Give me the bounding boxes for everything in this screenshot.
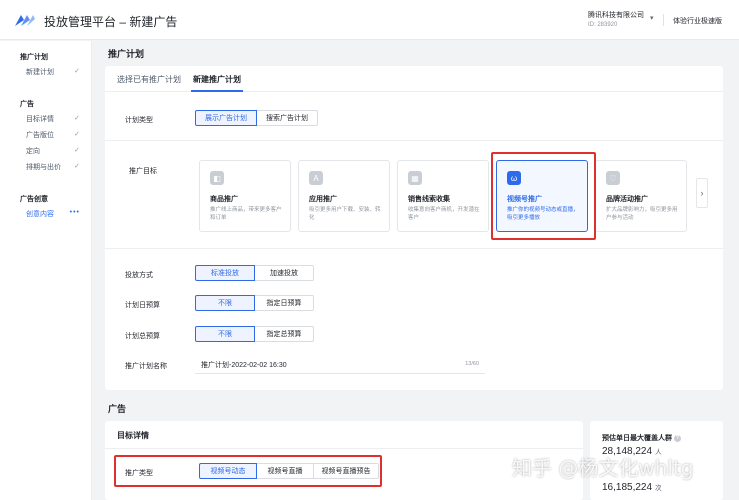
check-icon: ✓ <box>74 131 80 138</box>
platform-logo <box>15 15 35 26</box>
check-icon: ✓ <box>74 163 80 170</box>
delivery-standard-option[interactable]: 标准投放 <box>195 265 255 281</box>
goal-card-leads[interactable]: ▦ 销售线索收集 收集意向客户商机，开发潜在客户 <box>397 160 489 232</box>
stat-value: 16,185,224 <box>602 482 653 493</box>
goal-card-product[interactable]: ◧ 商品推广 推广线上商品，带来更多客户和订单 <box>199 160 291 232</box>
plan-card: 选择已有推广计划 新建推广计划 计划类型 展示广告计划 搜索广告计划 推广目标 … <box>105 66 723 390</box>
goal-card-name: 商品推广 <box>210 196 238 203</box>
stat-unit: 次 <box>655 485 662 492</box>
plan-section-title: 推广计划 <box>108 49 145 59</box>
goal-card-name: 品牌活动推广 <box>606 196 648 203</box>
help-icon[interactable]: ? <box>674 434 681 442</box>
total-budget-specify-option[interactable]: 指定总预算 <box>254 326 314 342</box>
company-name[interactable]: 腾讯科技有限公司 <box>588 10 644 20</box>
promo-channels-post-option[interactable]: 视频号动态 <box>199 463 257 479</box>
plan-type-label: 计划类型 <box>125 117 153 124</box>
delivery-label: 投放方式 <box>125 272 153 279</box>
check-icon: ✓ <box>74 68 80 75</box>
section-divider <box>105 248 723 249</box>
highlight-box-goal <box>491 152 596 240</box>
sidebar-item-label: 广告版位 <box>26 132 54 139</box>
sidebar-item-targeting[interactable]: 定向 ✓ <box>26 146 82 156</box>
goal-card-desc: 收集意向客户商机，开发潜在客户 <box>408 207 480 221</box>
company-id: ID: 283920 <box>588 22 618 28</box>
plan-type-search-option[interactable]: 搜索广告计划 <box>256 110 318 126</box>
sidebar-item-creative-content[interactable]: 创意内容 ••• <box>26 209 82 219</box>
check-icon: ✓ <box>74 115 80 122</box>
goal-card-name: 应用推广 <box>309 196 337 203</box>
chevron-right-icon[interactable]: › <box>696 178 708 208</box>
total-budget-unlimited-option[interactable]: 不限 <box>195 326 255 342</box>
plan-tabs: 选择已有推广计划 新建推广计划 <box>105 66 723 92</box>
tab-active-indicator <box>191 90 243 92</box>
section-divider <box>105 140 723 141</box>
estimate-stat-times: 16,185,224 次 <box>602 482 662 493</box>
sidebar-item-label: 定向 <box>26 148 40 155</box>
goal-label: 推广目标 <box>129 168 157 175</box>
sidebar-item-placement[interactable]: 广告版位 ✓ <box>26 130 82 140</box>
estimate-title: 预估单日最大覆盖人群? <box>602 433 681 443</box>
tab-select-existing-plan[interactable]: 选择已有推广计划 <box>117 74 181 85</box>
sidebar: 推广计划 新建计划 ✓ 广告 目标详情 ✓ 广告版位 ✓ 定向 ✓ 排期与出价 … <box>0 41 92 500</box>
total-budget-label: 计划总预算 <box>125 333 160 340</box>
bag-icon: ◧ <box>210 171 224 185</box>
daily-budget-unlimited-option[interactable]: 不限 <box>195 295 255 311</box>
check-icon: ✓ <box>74 147 80 154</box>
sidebar-item-label: 排期与出价 <box>26 164 61 171</box>
plan-name-label: 推广计划名称 <box>125 363 167 370</box>
sidebar-item-label: 目标详情 <box>26 116 54 123</box>
plan-type-display-option[interactable]: 展示广告计划 <box>195 110 257 126</box>
sidebar-item-schedule-bid[interactable]: 排期与出价 ✓ <box>26 162 82 172</box>
chevron-down-icon[interactable]: ▾ <box>650 14 654 22</box>
delivery-selector: 标准投放 加速投放 <box>195 265 314 281</box>
target-detail-title: 目标详情 <box>117 431 149 440</box>
goal-card-desc: 吸引更多用户下载、安装、转化 <box>309 207 381 221</box>
top-bar: 投放管理平台 – 新建广告 腾讯科技有限公司 ID: 283920 ▾ 体验行业… <box>0 0 739 40</box>
goal-card-desc: 扩大品牌影响力，吸引更多用户参与活动 <box>606 207 678 221</box>
plan-name-value: 推广计划-2022-02-02 16:30 <box>201 362 287 369</box>
plan-name-counter: 13/60 <box>465 361 479 367</box>
goal-card-name: 销售线索收集 <box>408 196 450 203</box>
speed-version-link[interactable]: 体验行业极速版 <box>673 16 722 26</box>
tab-new-plan[interactable]: 新建推广计划 <box>193 74 241 85</box>
ad-section-title: 广告 <box>108 404 127 414</box>
plan-type-selector: 展示广告计划 搜索广告计划 <box>195 110 318 126</box>
daily-budget-specify-option[interactable]: 指定日预算 <box>254 295 314 311</box>
image-icon: ▦ <box>408 171 422 185</box>
plan-name-input[interactable]: 推广计划-2022-02-02 16:30 13/60 <box>195 356 485 374</box>
app-icon: A <box>309 171 323 185</box>
goal-card-app[interactable]: A 应用推广 吸引更多用户下载、安装、转化 <box>298 160 390 232</box>
heart-icon: ♡ <box>606 171 620 185</box>
section-divider <box>105 448 583 449</box>
sidebar-group-creative[interactable]: 广告创意 <box>20 194 48 204</box>
watermark: 知乎 @杨文化whltg <box>512 456 694 480</box>
more-icon: ••• <box>69 209 80 216</box>
delivery-accelerated-option[interactable]: 加速投放 <box>254 265 314 281</box>
sidebar-item-label: 创意内容 <box>26 211 54 218</box>
goal-card-brand[interactable]: ♡ 品牌活动推广 扩大品牌影响力，吸引更多用户参与活动 <box>595 160 687 232</box>
goal-card-desc: 推广线上商品，带来更多客户和订单 <box>210 207 282 221</box>
sidebar-item-new-plan[interactable]: 新建计划 ✓ <box>26 67 82 77</box>
sidebar-item-label: 新建计划 <box>26 69 54 76</box>
daily-budget-selector: 不限 指定日预算 <box>195 295 314 311</box>
sidebar-group-plan[interactable]: 推广计划 <box>20 52 48 62</box>
page-title: 投放管理平台 – 新建广告 <box>44 15 178 29</box>
total-budget-selector: 不限 指定总预算 <box>195 326 314 342</box>
header-divider <box>663 14 664 26</box>
sidebar-group-ad[interactable]: 广告 <box>20 99 34 109</box>
sidebar-item-target-detail[interactable]: 目标详情 ✓ <box>26 114 82 124</box>
daily-budget-label: 计划日预算 <box>125 302 160 309</box>
estimate-title-text: 预估单日最大覆盖人群 <box>602 435 672 442</box>
